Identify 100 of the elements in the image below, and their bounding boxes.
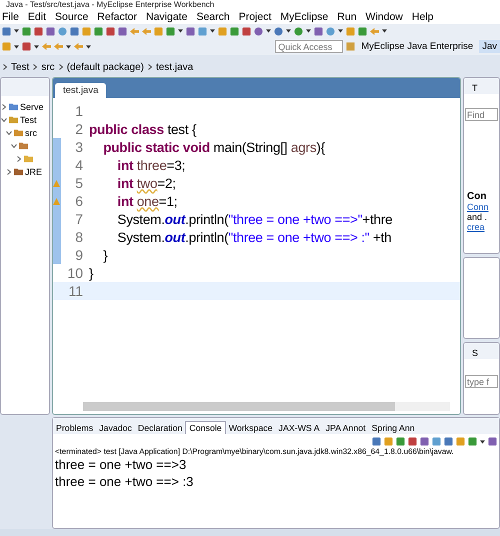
line-number: 11 xyxy=(67,283,84,299)
menu-item[interactable]: Search xyxy=(196,10,230,24)
collapsed-chevron-icon[interactable] xyxy=(1,104,7,110)
view-tab[interactable]: Console xyxy=(185,421,226,434)
expanded-chevron-icon[interactable] xyxy=(6,130,12,136)
perspective-button[interactable]: MyEclipse Java Enterprise xyxy=(358,40,476,53)
menu-item[interactable]: Refactor xyxy=(97,10,137,24)
find-field[interactable]: Find xyxy=(465,108,498,121)
quick-access-field[interactable]: Quick Access xyxy=(275,40,344,53)
view-tab[interactable]: JPA Annot xyxy=(322,422,369,434)
menu-item[interactable]: Run xyxy=(337,10,357,24)
create-link[interactable]: crea xyxy=(467,222,499,232)
connect-link[interactable]: Conn xyxy=(467,202,499,212)
square-icon[interactable] xyxy=(420,437,429,446)
square-icon[interactable] xyxy=(186,26,195,36)
line-number: 2 xyxy=(74,121,84,137)
collapsed-chevron-icon[interactable] xyxy=(6,168,12,174)
expanded-chevron-icon[interactable] xyxy=(1,116,7,122)
caret-icon[interactable] xyxy=(34,44,39,48)
circle-icon[interactable] xyxy=(58,26,67,36)
view-tab[interactable]: Javadoc xyxy=(96,422,135,434)
square-icon[interactable] xyxy=(314,26,323,36)
square-icon[interactable] xyxy=(408,437,417,446)
view-tab[interactable]: Problems xyxy=(53,422,96,434)
view-tab[interactable]: JAX-WS A xyxy=(276,422,323,434)
menu-item[interactable]: Navigate xyxy=(146,10,188,24)
square-icon[interactable] xyxy=(70,26,79,36)
breadcrumb-item[interactable]: Test xyxy=(11,62,30,72)
square-icon[interactable] xyxy=(118,26,127,36)
menu-item[interactable]: Help xyxy=(412,10,434,24)
square-icon[interactable] xyxy=(456,437,465,446)
menu-item[interactable]: Window xyxy=(366,10,403,24)
square-icon[interactable] xyxy=(384,437,393,446)
view-tab[interactable]: Workspace xyxy=(226,422,276,434)
square-icon[interactable] xyxy=(94,26,103,36)
chevron-icon xyxy=(2,64,8,70)
caret-icon[interactable] xyxy=(286,29,291,33)
square-icon[interactable] xyxy=(396,437,405,446)
square-icon[interactable] xyxy=(242,26,251,36)
breadcrumb-item[interactable]: (default package) xyxy=(66,62,144,72)
square-icon[interactable] xyxy=(46,26,55,36)
view-tab[interactable]: Declaration xyxy=(134,422,186,434)
square-icon[interactable] xyxy=(372,437,381,446)
info-text: and . xyxy=(467,212,488,222)
perspective-button[interactable]: Jav xyxy=(479,40,500,53)
editor-tab[interactable]: test.java xyxy=(55,83,106,98)
square-icon[interactable] xyxy=(2,26,11,36)
menu-item[interactable]: Edit xyxy=(28,10,46,24)
square-icon[interactable] xyxy=(34,26,43,36)
caret-icon[interactable] xyxy=(306,29,311,33)
code-line: int two=2; xyxy=(116,176,176,190)
line-number: 5 xyxy=(74,175,84,191)
caret-icon[interactable] xyxy=(266,29,271,33)
square-icon[interactable] xyxy=(468,437,477,446)
section-heading: Con xyxy=(467,191,488,202)
square-icon[interactable] xyxy=(22,26,31,36)
circle-icon[interactable] xyxy=(254,26,263,36)
horizontal-scrollbar[interactable] xyxy=(83,402,450,411)
square-icon[interactable] xyxy=(230,26,239,36)
chevron-icon xyxy=(32,64,38,70)
square-icon[interactable] xyxy=(488,437,497,446)
menu-item[interactable]: Project xyxy=(238,10,272,24)
console-output: three = one +two ==> :3 xyxy=(55,473,194,490)
breadcrumb-item[interactable]: src xyxy=(41,62,55,72)
tree-item[interactable]: src xyxy=(25,128,37,138)
code-line: public static void main(String[] agrs){ xyxy=(102,140,325,154)
square-icon[interactable] xyxy=(358,26,367,36)
square-icon[interactable] xyxy=(106,26,115,36)
expanded-chevron-icon[interactable] xyxy=(11,142,17,148)
tree-item[interactable]: Serve xyxy=(20,102,44,112)
chevron-icon xyxy=(146,64,153,70)
square-icon[interactable] xyxy=(198,26,207,36)
tree-item[interactable]: JRE xyxy=(25,166,42,176)
caret-icon[interactable] xyxy=(86,44,91,48)
breadcrumb-item[interactable]: test.java xyxy=(156,62,194,72)
tree-item[interactable]: Test xyxy=(20,114,37,124)
filter-field[interactable]: type f xyxy=(465,375,498,388)
caret-icon[interactable] xyxy=(480,440,485,444)
line-number: 10 xyxy=(66,265,84,281)
menu-item[interactable]: Source xyxy=(55,10,88,24)
line-number: 7 xyxy=(74,211,84,227)
collapsed-chevron-icon[interactable] xyxy=(16,156,22,162)
caret-icon[interactable] xyxy=(382,29,387,33)
caret-icon[interactable] xyxy=(66,44,71,48)
menu-item[interactable]: MyEclipse xyxy=(280,10,328,24)
circle-icon[interactable] xyxy=(274,26,283,36)
caret-icon[interactable] xyxy=(210,29,215,33)
view-tab[interactable]: Spring Ann xyxy=(368,422,418,434)
caret-icon[interactable] xyxy=(14,29,19,33)
circle-icon[interactable] xyxy=(326,26,335,36)
caret-icon[interactable] xyxy=(14,44,19,48)
square-icon[interactable] xyxy=(22,42,31,51)
square-icon[interactable] xyxy=(166,26,175,36)
code-line: int one=1; xyxy=(116,194,178,208)
circle-icon[interactable] xyxy=(294,26,303,36)
square-icon[interactable] xyxy=(444,437,453,446)
square-icon[interactable] xyxy=(432,437,441,446)
caret-icon[interactable] xyxy=(338,29,343,33)
caret-icon[interactable] xyxy=(178,29,183,33)
menu-item[interactable]: File xyxy=(2,10,19,24)
